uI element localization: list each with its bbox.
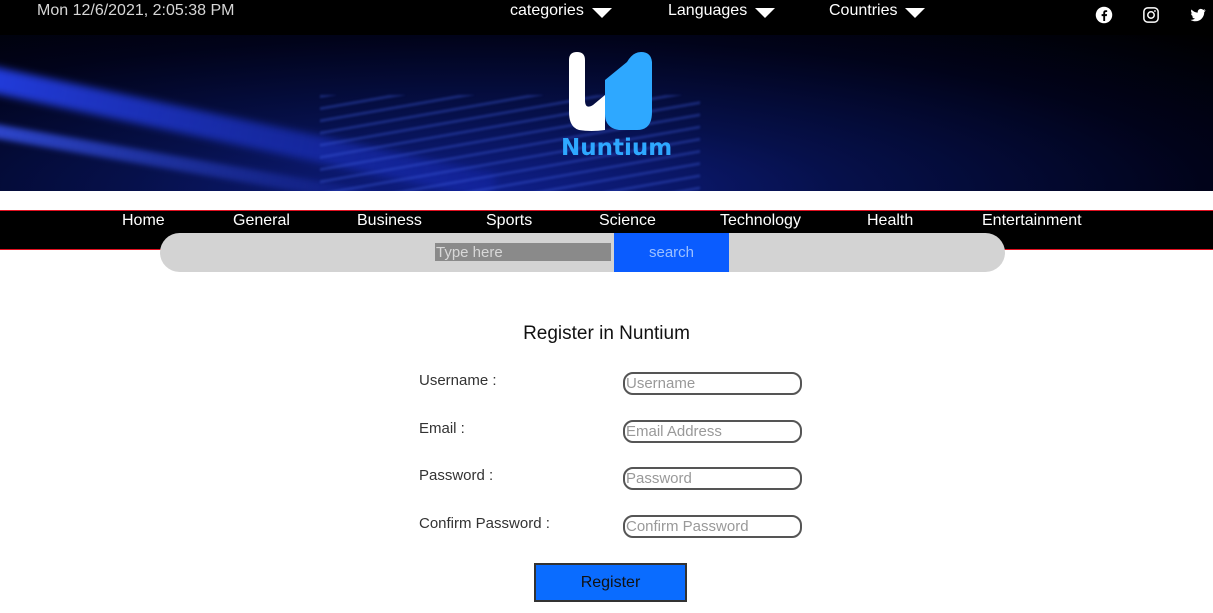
confirm-password-label: Confirm Password : (419, 515, 550, 532)
password-field[interactable] (623, 467, 802, 490)
categories-dropdown[interactable]: categories (510, 2, 612, 20)
search-input[interactable] (435, 243, 611, 261)
languages-dropdown-label: Languages (668, 2, 748, 19)
nav-item-general[interactable]: General (233, 212, 290, 230)
confirm-password-field[interactable] (623, 515, 802, 538)
instagram-icon[interactable] (1142, 6, 1160, 24)
nav-item-health[interactable]: Health (867, 212, 913, 230)
caret-down-icon (755, 8, 776, 18)
caret-down-icon (905, 8, 926, 18)
twitter-icon[interactable] (1189, 6, 1207, 24)
search-button[interactable]: search (614, 233, 729, 272)
datetime: Mon 12/6/2021, 2:05:38 PM (37, 2, 235, 19)
logo-wordmark: Nuntium (561, 135, 673, 161)
nav-item-entertainment[interactable]: Entertainment (982, 212, 1082, 230)
password-label: Password : (419, 467, 494, 484)
nav-item-science[interactable]: Science (599, 212, 656, 230)
top-bar: Mon 12/6/2021, 2:05:38 PM categories Lan… (0, 0, 1213, 35)
languages-dropdown[interactable]: Languages (668, 2, 776, 20)
form-title: Register in Nuntium (523, 323, 690, 344)
nav-item-sports[interactable]: Sports (486, 212, 532, 230)
email-field[interactable] (623, 420, 802, 443)
nav-item-home[interactable]: Home (122, 212, 165, 230)
countries-dropdown[interactable]: Countries (829, 2, 926, 20)
email-label: Email : (419, 420, 465, 437)
facebook-icon[interactable] (1095, 6, 1113, 24)
caret-down-icon (591, 8, 612, 18)
register-button[interactable]: Register (534, 563, 687, 602)
username-label: Username : (419, 372, 497, 389)
nav-item-business[interactable]: Business (357, 212, 422, 230)
username-field[interactable] (623, 372, 802, 395)
categories-dropdown-label: categories (510, 2, 584, 19)
countries-dropdown-label: Countries (829, 2, 898, 19)
nav-item-technology[interactable]: Technology (720, 212, 801, 230)
